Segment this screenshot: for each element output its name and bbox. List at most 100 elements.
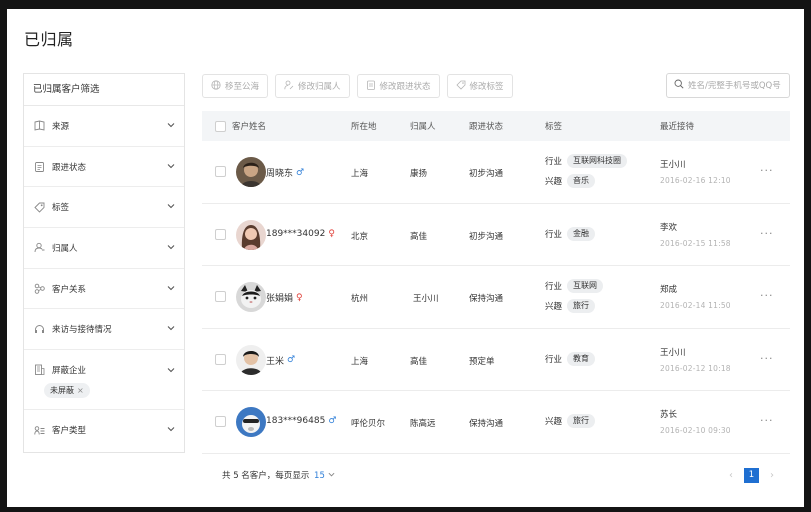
row-checkbox[interactable] [215, 353, 226, 365]
name-text: 张娟娟 [266, 294, 294, 304]
pagination: ‹ 1 › [724, 468, 779, 483]
chevron-down-icon [167, 284, 175, 292]
tag-icon [34, 202, 45, 213]
male-icon: ♂ [296, 167, 305, 178]
close-icon[interactable]: × [77, 386, 84, 395]
more-options-icon[interactable]: ··· [760, 227, 774, 240]
customer-name[interactable]: 张娟娟 ♀ [266, 291, 303, 305]
owner: 王小川 [413, 294, 439, 304]
search-input[interactable] [688, 80, 792, 91]
user-edit-icon [284, 80, 294, 93]
location: 上海 [351, 356, 369, 367]
edit-tags-button[interactable]: 修改标签 [446, 74, 513, 98]
female-icon: ♀ [296, 292, 303, 303]
chevron-down-icon [167, 202, 175, 210]
avatar [236, 344, 266, 375]
filter-item-label: 标签 [52, 203, 70, 214]
book-icon [34, 120, 45, 131]
filter-item-label: 客户类型 [52, 426, 87, 437]
reception-name: 苏长 [660, 410, 678, 420]
owner: 陈高远 [410, 419, 436, 429]
more-options-icon[interactable]: ··· [760, 164, 774, 177]
tag-line: 行业 互联网科技圈 [545, 154, 628, 168]
recent-reception: 王小川 2016-02-12 10:18 [660, 346, 731, 373]
header-status: 跟进状态 [469, 122, 504, 132]
reception-time: 2016-02-14 11:50 [660, 301, 731, 310]
table-header: 客户姓名 所在地 归属人 跟进状态 标签 最近接待 [202, 111, 790, 141]
customer-name[interactable]: 王米 ♂ [266, 354, 295, 367]
filter-item-visit[interactable]: 来访与接待情况 [24, 309, 184, 351]
follow-status: 初步沟通 [469, 231, 504, 242]
male-icon: ♂ [328, 416, 337, 426]
button-label: 移至公海 [225, 82, 260, 92]
filter-item-label: 客户关系 [52, 284, 87, 295]
customer-name[interactable]: 189***34092 ♀ [266, 229, 335, 239]
tag-line: 兴趣 旅行 [545, 414, 596, 428]
select-all-checkbox[interactable] [215, 120, 226, 132]
avatar [236, 407, 266, 437]
table-row[interactable]: 183***96485 ♂ 呼伦贝尔 陈高远 保持沟通 兴趣 旅行 苏长 2016-0… [202, 391, 790, 454]
tag-line: 行业 金融 [545, 226, 596, 241]
location: 杭州 [351, 294, 369, 304]
page-number-current[interactable]: 1 [744, 468, 759, 483]
tag-key: 行业 [545, 354, 563, 365]
row-checkbox[interactable] [215, 291, 226, 302]
filter-item-label: 屏蔽企业 [52, 366, 87, 377]
filter-item-label: 跟进状态 [52, 162, 87, 173]
table-row[interactable]: 张娟娟 ♀ 杭州 王小川 保持沟通 行业 互联网 兴趣 旅行 郑成 2016-02-14… [202, 266, 790, 329]
location: 北京 [351, 231, 369, 242]
more-options-icon[interactable]: ··· [760, 352, 774, 365]
tag-chip: 旅行 [567, 299, 596, 313]
edit-status-button[interactable]: 修改跟进状态 [356, 74, 440, 98]
name-text: 周晓东 [266, 169, 294, 179]
filter-item-tags[interactable]: 标签 [24, 187, 184, 229]
filter-item-customer-type[interactable]: 客户类型 [24, 410, 184, 451]
row-checkbox[interactable] [215, 228, 226, 240]
header-owner: 归属人 [410, 122, 436, 132]
page-size-value: 15 [314, 471, 325, 481]
chevron-down-icon [167, 243, 175, 251]
page-size-select[interactable]: 15 [314, 471, 335, 481]
filter-item-follow-status[interactable]: 跟进状态 [24, 147, 184, 188]
move-to-pool-button[interactable]: 移至公海 [202, 74, 269, 98]
tag-chip: 互联网科技圈 [567, 154, 628, 168]
filter-item-relation[interactable]: 客户关系 [24, 269, 184, 310]
filter-chip-unblocked[interactable]: 未屏蔽 × [44, 383, 90, 399]
filter-panel: 已归属客户筛选 来源 跟进状态 标签 归属人 客户关系 来访与接待情况 屏蔽企业… [23, 73, 185, 453]
more-options-icon[interactable]: ··· [760, 414, 774, 427]
table-row[interactable]: 王米 ♂ 上海 高佳 预定单 行业 教育 王小川 2016-02-12 10:18 ·… [202, 329, 790, 391]
tag-line: 行业 教育 [545, 351, 596, 366]
chevron-down-icon [167, 366, 175, 374]
next-page-button[interactable]: › [765, 470, 779, 481]
location: 呼伦贝尔 [351, 419, 386, 429]
prev-page-button[interactable]: ‹ [724, 470, 738, 481]
tag-key: 兴趣 [545, 417, 563, 427]
table-row[interactable]: 周晓东 ♂ 上海 康扬 初步沟通 行业 互联网科技圈 兴趣 音乐 王小川 2016-02… [202, 141, 790, 204]
recent-reception: 李欢 2016-02-15 11:58 [660, 221, 731, 248]
edit-owner-button[interactable]: 修改归属人 [275, 74, 350, 98]
list-user-icon [34, 425, 45, 436]
name-text: 王米 [266, 356, 285, 367]
avatar [236, 282, 266, 312]
tag-key: 行业 [545, 157, 563, 167]
filter-title: 已归属客户筛选 [24, 74, 184, 106]
tag-chip: 旅行 [567, 414, 596, 428]
filter-item-owner[interactable]: 归属人 [24, 228, 184, 269]
customer-name[interactable]: 周晓东 ♂ [266, 166, 305, 180]
filter-item-block-company[interactable]: 屏蔽企业 未屏蔽 × [24, 350, 184, 411]
filter-item-label: 归属人 [52, 243, 78, 254]
row-checkbox[interactable] [215, 166, 226, 177]
avatar [236, 219, 266, 250]
search-box[interactable] [666, 73, 792, 98]
tag-chip: 音乐 [567, 174, 596, 188]
tag-icon [455, 80, 466, 93]
headset-icon [34, 324, 45, 335]
male-icon: ♂ [287, 355, 296, 365]
customer-name[interactable]: 183***96485 ♂ [266, 416, 336, 426]
table-row[interactable]: 189***34092 ♀ 北京 高佳 初步沟通 行业 金融 李欢 2016-02-1… [202, 204, 790, 266]
button-label: 修改标签 [469, 82, 504, 92]
filter-item-source[interactable]: 来源 [24, 106, 184, 147]
reception-time: 2016-02-12 10:18 [660, 363, 731, 373]
more-options-icon[interactable]: ··· [760, 289, 774, 302]
row-checkbox[interactable] [215, 416, 226, 427]
